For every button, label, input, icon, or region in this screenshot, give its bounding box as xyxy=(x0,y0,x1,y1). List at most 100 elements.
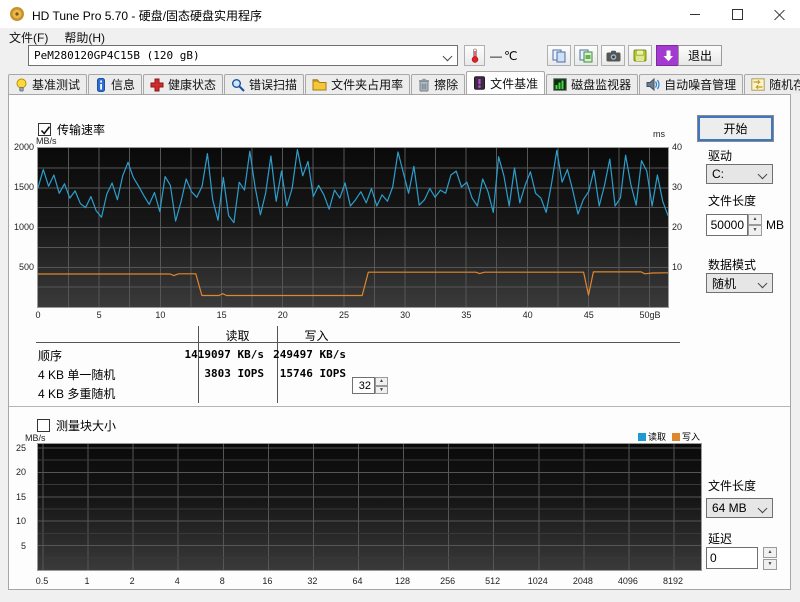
copy-text-icon xyxy=(552,49,566,62)
tab-label: 随机存取 xyxy=(769,78,800,92)
minimize-icon xyxy=(690,13,700,15)
tab-aam[interactable]: 自动噪音管理 xyxy=(639,74,744,94)
axis-tick-label: 25 xyxy=(338,310,349,320)
window-bottom-strip xyxy=(0,590,800,602)
bottom-file-length-label: 文件长度 xyxy=(708,479,757,493)
latency-stepper[interactable]: ▲ ▼ xyxy=(763,547,777,570)
start-button-label: 开始 xyxy=(723,122,748,136)
transfer-rate-checkbox[interactable] xyxy=(38,123,51,136)
tab-benchmark[interactable]: 基准测试 xyxy=(8,74,88,94)
axis-tick-label: 2048 xyxy=(572,576,593,586)
row-4k-multi-label: 4 KB 多重随机 xyxy=(38,387,116,401)
axis-tick-label: 4 xyxy=(174,576,180,586)
exit-button[interactable]: 退出 xyxy=(678,45,722,66)
drive-label: 驱动 xyxy=(708,149,733,163)
stepper-up-icon[interactable]: ▲ xyxy=(375,377,388,386)
window-title: HD Tune Pro 5.70 - 硬盘/固态硬盘实用程序 xyxy=(32,9,263,23)
close-button[interactable] xyxy=(758,0,800,28)
tab-label: 信息 xyxy=(111,78,136,92)
top-chart-left-axis-unit: MB/s xyxy=(36,136,57,146)
tab-bar: 基准测试 信息 健康状态 错误扫描 文件夹占用率 擦除 文件基准 磁盘监视器 自动噪音管理 随机存… xyxy=(8,71,800,94)
axis-tick-label: 15 xyxy=(216,310,227,320)
speaker-icon xyxy=(646,78,660,91)
queue-depth-input[interactable]: 32 xyxy=(352,377,375,394)
app-window: HD Tune Pro 5.70 - 硬盘/固态硬盘实用程序 文件(F) 帮助(… xyxy=(0,0,800,602)
latency-label: 延迟 xyxy=(708,532,733,546)
tab-file-benchmark[interactable]: 文件基准 xyxy=(466,71,546,94)
axis-tick-label: 20 xyxy=(277,310,288,320)
info-icon xyxy=(95,77,107,92)
copy-image-button[interactable] xyxy=(574,45,598,66)
tab-error-scan[interactable]: 错误扫描 xyxy=(224,74,305,94)
tab-label: 基准测试 xyxy=(32,78,81,92)
chevron-down-icon xyxy=(757,503,768,514)
file-length-label: 文件长度 xyxy=(708,194,757,208)
tab-label: 擦除 xyxy=(434,78,459,92)
axis-tick-label: 10 xyxy=(155,310,166,320)
data-mode-combobox[interactable]: 随机 xyxy=(706,273,773,293)
copy-text-button[interactable] xyxy=(547,45,571,66)
axis-tick-label: 10 xyxy=(672,262,683,272)
stepper-up-icon[interactable]: ▲ xyxy=(748,214,762,225)
latency-input[interactable]: 0 xyxy=(706,547,758,569)
axis-tick-label: 20 xyxy=(15,467,26,478)
stepper-down-icon[interactable]: ▼ xyxy=(375,386,388,394)
thermometer-icon xyxy=(471,48,478,63)
chevron-down-icon xyxy=(757,278,768,289)
file-length-input[interactable]: 50000 xyxy=(706,214,748,236)
axis-tick-label: 500 xyxy=(18,262,34,272)
row-sequential-label: 顺序 xyxy=(38,349,63,363)
legend-read: 读取 xyxy=(637,430,666,443)
tab-label: 文件基准 xyxy=(490,76,539,91)
legend-read-swatch xyxy=(637,433,646,441)
tab-label: 自动噪音管理 xyxy=(664,78,737,92)
random-access-icon xyxy=(751,78,765,91)
tab-info[interactable]: 信息 xyxy=(88,74,143,94)
drive-combobox-value: C: xyxy=(712,167,724,181)
save-button[interactable] xyxy=(628,45,652,66)
row-4k-single-write-value: 15746 IOPS xyxy=(279,367,346,380)
table-col-write: 写入 xyxy=(304,329,329,343)
temperature-button[interactable] xyxy=(464,45,485,66)
row-sequential-read-value: 1419097 KB/s xyxy=(184,348,264,361)
bottom-file-length-combobox[interactable]: 64 MB xyxy=(706,498,773,518)
screenshot-button[interactable] xyxy=(601,45,625,66)
download-button[interactable] xyxy=(656,45,680,66)
block-size-checkbox[interactable] xyxy=(37,419,50,432)
minimize-button[interactable] xyxy=(674,0,716,28)
stepper-up-icon[interactable]: ▲ xyxy=(763,547,777,558)
temperature-unit: ℃ xyxy=(504,49,518,63)
tab-health[interactable]: 健康状态 xyxy=(143,74,224,94)
row-sequential-write-value: 249497 KB/s xyxy=(273,348,346,361)
drive-select-combobox[interactable]: PeM280120GP4C15B (120 gB) xyxy=(28,45,458,66)
exit-button-label: 退出 xyxy=(687,49,712,63)
lightbulb-icon xyxy=(15,78,28,92)
queue-depth-stepper[interactable]: ▲ ▼ xyxy=(375,377,388,394)
axis-tick-label: 40 xyxy=(672,142,683,152)
start-button[interactable]: 开始 xyxy=(697,115,774,142)
axis-tick-label: 35 xyxy=(461,310,472,320)
legend-write-label: 写入 xyxy=(681,432,700,442)
axis-tick-label: 512 xyxy=(485,576,501,586)
row-4k-single-label: 4 KB 单一随机 xyxy=(38,368,116,382)
axis-tick-label: 5 xyxy=(96,310,102,320)
stepper-down-icon[interactable]: ▼ xyxy=(763,559,777,570)
magnifier-icon xyxy=(231,78,245,92)
block-size-checkbox-label: 测量块大小 xyxy=(56,419,117,433)
tab-disk-monitor[interactable]: 磁盘监视器 xyxy=(546,74,639,94)
tab-label: 磁盘监视器 xyxy=(571,78,632,92)
axis-tick-label: 8192 xyxy=(662,576,683,586)
tab-folder-usage[interactable]: 文件夹占用率 xyxy=(305,74,411,94)
tab-erase[interactable]: 擦除 xyxy=(411,74,466,94)
drive-combobox[interactable]: C: xyxy=(706,164,773,184)
bottom-file-length-value: 64 MB xyxy=(712,501,747,515)
row-4k-single-read-value: 3803 IOPS xyxy=(204,367,264,380)
app-icon xyxy=(10,7,24,21)
top-chart-right-axis-unit: ms xyxy=(653,129,665,139)
file-length-stepper[interactable]: ▲ ▼ xyxy=(748,214,762,236)
axis-tick-label: 1 xyxy=(84,576,90,586)
stepper-down-icon[interactable]: ▼ xyxy=(748,225,762,236)
tab-random-access[interactable]: 随机存取 xyxy=(744,74,800,94)
maximize-button[interactable] xyxy=(716,0,758,28)
download-arrow-icon xyxy=(663,50,673,61)
